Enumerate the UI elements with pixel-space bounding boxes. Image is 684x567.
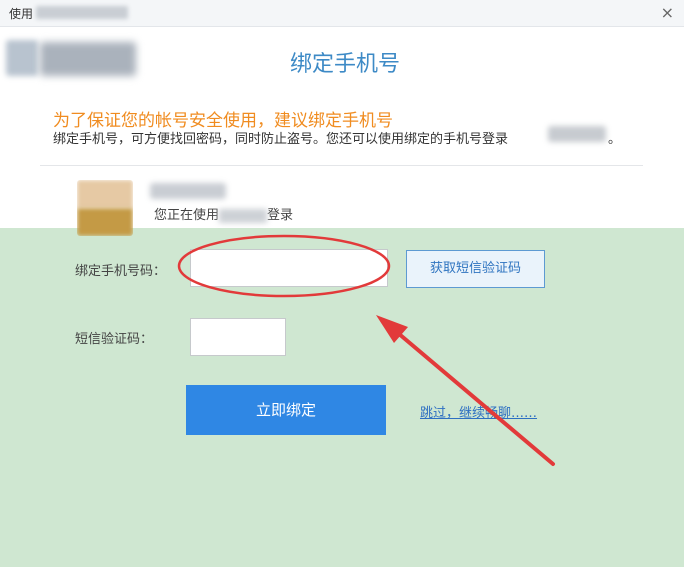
annotation-overlay — [177, 234, 555, 466]
pointer-arrow-shaft — [390, 326, 555, 466]
highlight-ellipse — [177, 234, 391, 298]
